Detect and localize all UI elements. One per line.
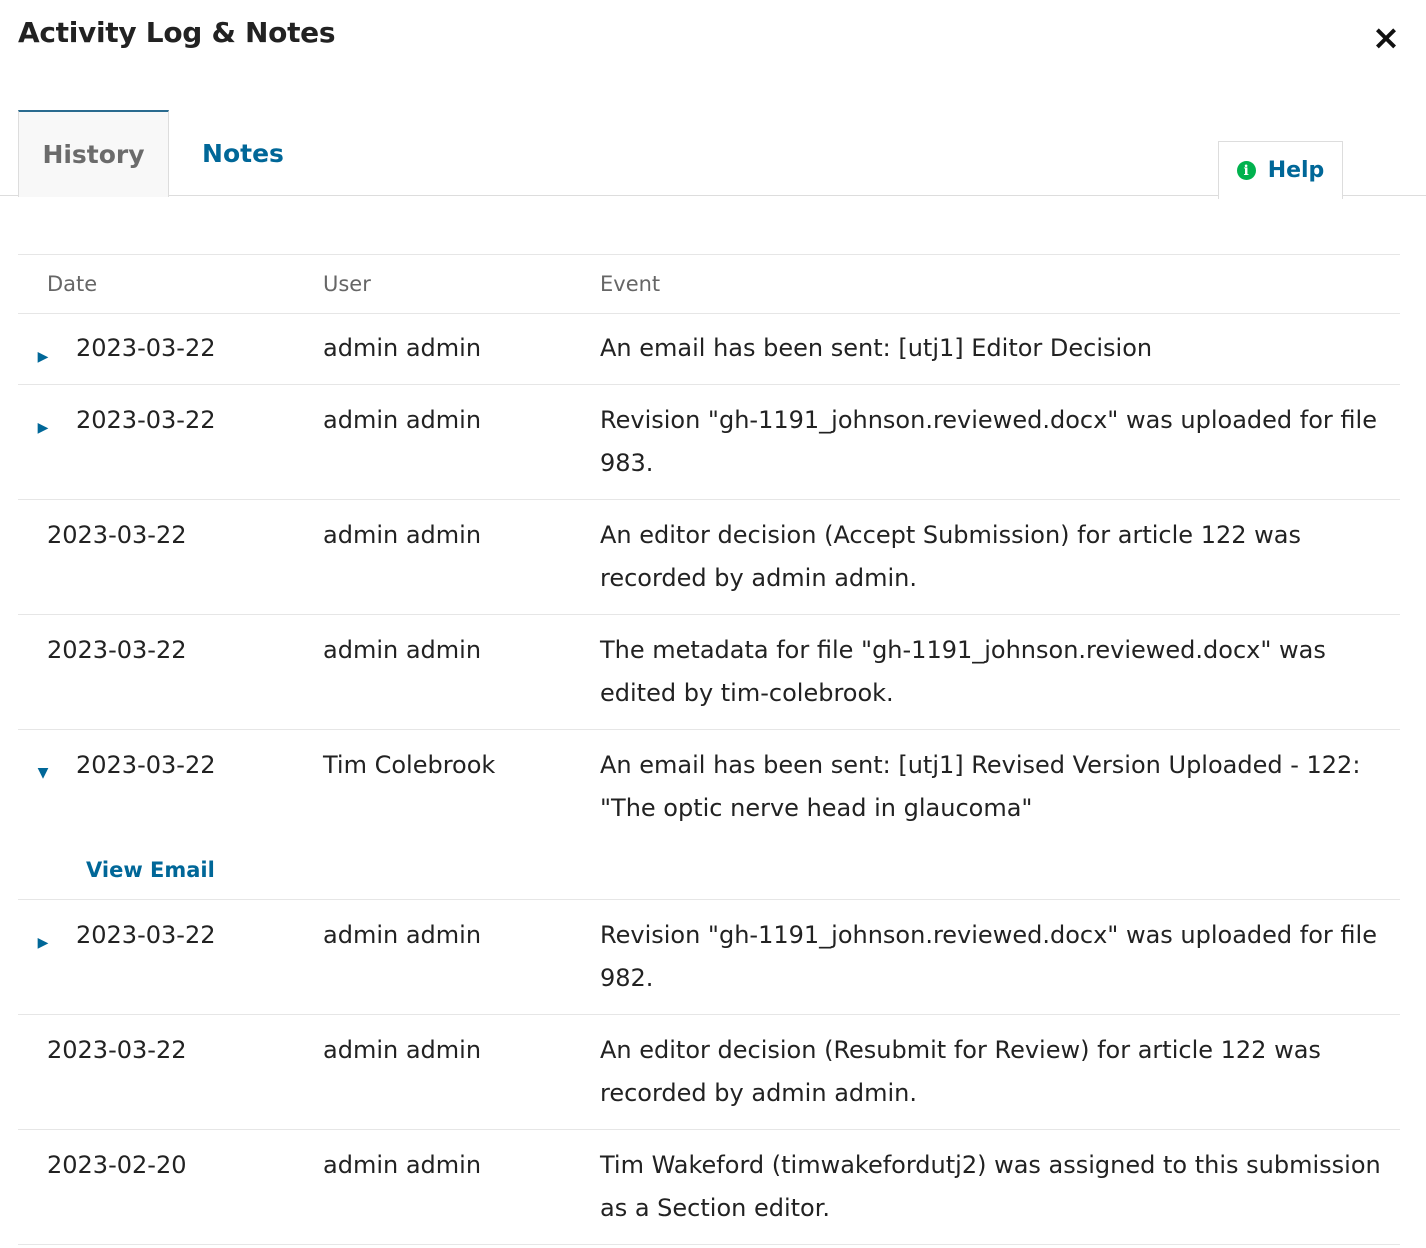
tab-notes[interactable]: Notes [180,110,306,196]
help-button[interactable]: i Help [1218,141,1343,199]
close-icon: × [1371,18,1401,58]
row-date: 2023-03-22 [76,406,216,434]
table-row: 2023-02-20 admin admin Tim Wakeford (tim… [18,1130,1400,1245]
column-header-date: Date [47,272,98,296]
row-user: admin admin [323,1151,482,1179]
row-event: An email has been sent: [utj1] Revised V… [600,751,1361,822]
row-date: 2023-02-20 [47,1151,187,1179]
row-user: admin admin [323,406,482,434]
row-user: admin admin [323,921,482,949]
row-date: 2023-03-22 [76,334,216,362]
table-row: 2023-03-22 admin admin An editor decisio… [18,1015,1400,1130]
tab-history[interactable]: History [18,110,169,197]
row-user: Tim Colebrook [323,751,496,779]
activity-log-modal: Activity Log & Notes × History Notes i H… [0,0,1426,1248]
info-icon: i [1236,161,1256,180]
row-event: The metadata for file "gh-1191_johnson.r… [600,636,1326,707]
row-date: 2023-03-22 [76,921,216,949]
row-event: An email has been sent: [utj1] Editor De… [600,334,1153,362]
close-button[interactable]: × [1370,20,1402,56]
history-table: Date User Event ▶ 2023-03-22 admin admin… [18,254,1400,1245]
row-event: Revision "gh-1191_johnson.reviewed.docx"… [600,921,1377,992]
row-date: 2023-03-22 [47,521,187,549]
table-row: 2023-03-22 admin admin The metadata for … [18,615,1400,730]
row-date: 2023-03-22 [47,1036,187,1064]
row-event: Tim Wakeford (timwakefordutj2) was assig… [600,1151,1381,1222]
column-header-user: User [323,272,371,296]
modal-title: Activity Log & Notes [18,16,336,49]
expand-triangle-icon[interactable]: ▶ [36,936,50,950]
expand-triangle-icon[interactable]: ▶ [36,421,50,435]
table-row: ▶ 2023-03-22 admin admin Revision "gh-11… [18,385,1400,500]
collapse-triangle-icon[interactable]: ▼ [36,766,50,780]
expand-triangle-icon[interactable]: ▶ [36,350,50,364]
view-email-link[interactable]: View Email [86,858,215,882]
row-user: admin admin [323,521,482,549]
row-user: admin admin [323,1036,482,1064]
table-row: 2023-03-22 admin admin An editor decisio… [18,500,1400,615]
row-user: admin admin [323,334,482,362]
row-user: admin admin [323,636,482,664]
table-row: ▶ 2023-03-22 admin admin An email has be… [18,314,1400,385]
row-event: Revision "gh-1191_johnson.reviewed.docx"… [600,406,1377,477]
row-date: 2023-03-22 [47,636,187,664]
row-date: 2023-03-22 [76,751,216,779]
row-event: An editor decision (Accept Submission) f… [600,521,1301,592]
table-header: Date User Event [18,255,1400,314]
column-header-event: Event [600,272,661,296]
table-row: ▶ 2023-03-22 admin admin Revision "gh-11… [18,900,1400,1015]
row-event: An editor decision (Resubmit for Review)… [600,1036,1321,1107]
tab-bar: History Notes [0,110,1426,197]
table-row: ▼ 2023-03-22 Tim Colebrook An email has … [18,730,1400,900]
help-label: Help [1267,158,1325,183]
